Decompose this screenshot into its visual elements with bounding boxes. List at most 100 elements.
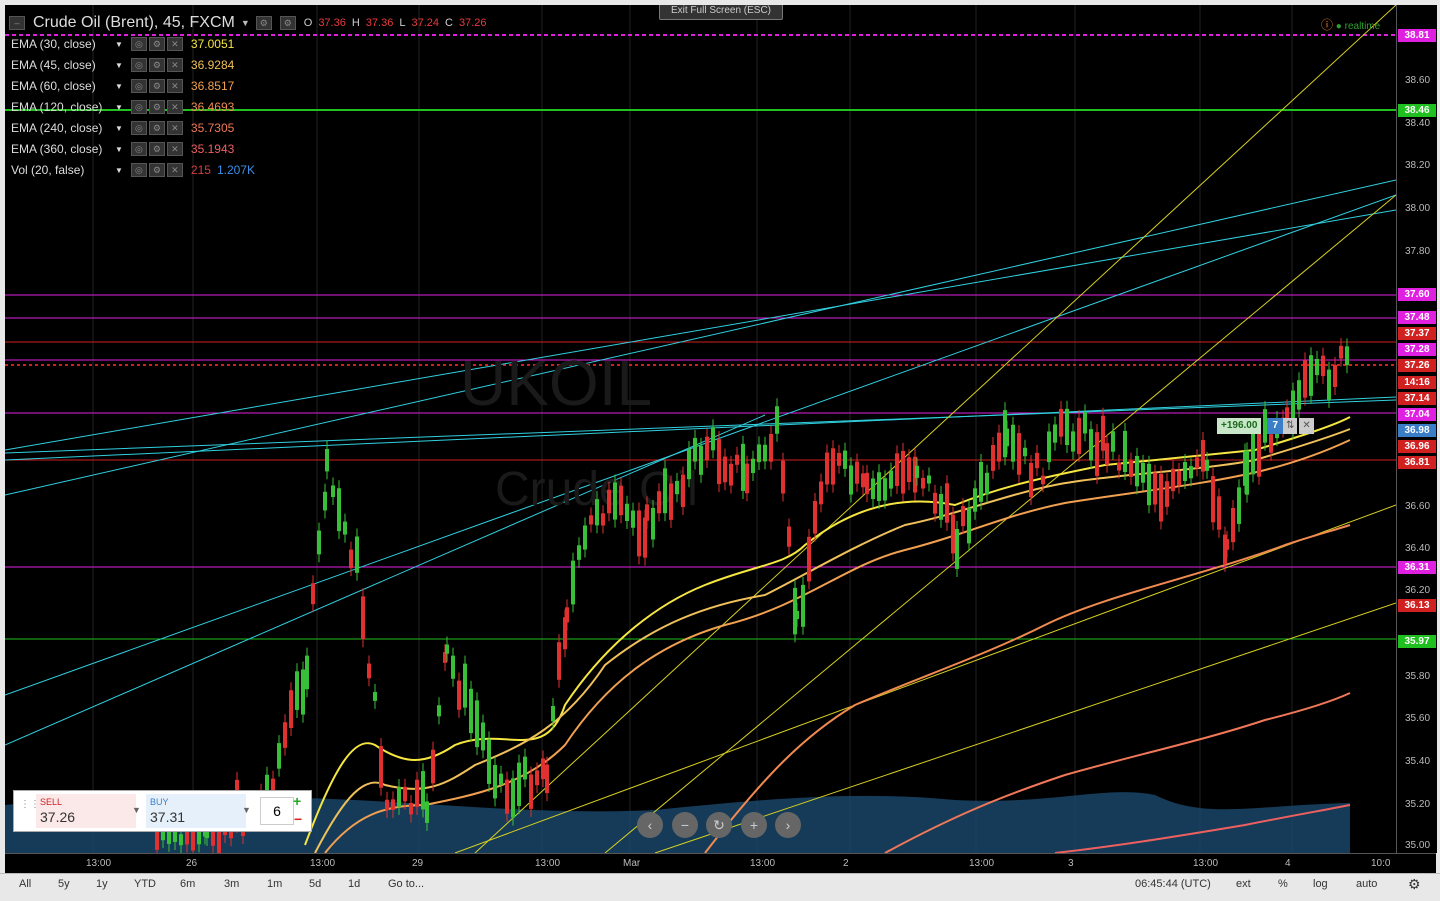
close-icon[interactable]: ✕ (166, 37, 183, 51)
indicator-name[interactable]: EMA (240, close) (11, 121, 115, 135)
sell-dropdown-icon[interactable]: ▼ (132, 805, 141, 815)
range-button[interactable]: 3m (224, 878, 239, 890)
quantity-minus-button[interactable]: − (294, 811, 302, 827)
indicator-name[interactable]: EMA (60, close) (11, 79, 115, 93)
sell-button[interactable]: SELL 37.26 (36, 794, 136, 828)
range-button[interactable]: 5d (309, 878, 321, 890)
symbol-dropdown-icon[interactable]: ▼ (241, 18, 250, 28)
price-label: 37.48 (1398, 311, 1436, 324)
indicator-dropdown-icon[interactable]: ▼ (115, 103, 123, 112)
alert-icon[interactable]: ⓘ (1321, 18, 1333, 32)
goto-button[interactable]: Go to... (388, 878, 424, 890)
eye-icon[interactable]: ◎ (130, 142, 147, 156)
time-tick: 4 (1285, 858, 1291, 869)
collapse-icon[interactable]: – (9, 16, 25, 30)
price-axis[interactable]: 38.60 38.40 38.20 38.00 37.80 36.60 36.40 36.20… (1396, 5, 1437, 853)
candle-body (861, 473, 865, 488)
indicator-dropdown-icon[interactable]: ▼ (115, 124, 123, 133)
indicator-dropdown-icon[interactable]: ▼ (115, 82, 123, 91)
range-button[interactable]: 6m (180, 878, 195, 890)
settings-gear-icon[interactable]: ⚙ (1408, 876, 1421, 893)
eye-icon[interactable]: ◎ (130, 79, 147, 93)
reset-button[interactable]: ↻ (706, 812, 732, 838)
chart-canvas[interactable]: UKOIL Crude Oil – Crude Oil (Brent), 45, … (5, 5, 1396, 853)
indicator-name[interactable]: EMA (360, close) (11, 142, 115, 156)
range-button[interactable]: YTD (134, 878, 156, 890)
scale-option-button[interactable]: auto (1356, 878, 1377, 890)
reverse-icon[interactable]: ⇅ (1283, 418, 1298, 434)
scroll-left-button[interactable]: ‹ (637, 812, 663, 838)
exit-fullscreen-button[interactable]: Exit Full Screen (ESC) (659, 5, 783, 20)
indicator-row[interactable]: EMA (240, close) ▼ ◎ ⚙ ✕ 35.7305 (11, 119, 234, 137)
candle-body (289, 690, 293, 728)
candle-body (985, 472, 989, 495)
zoom-in-button[interactable]: + (741, 812, 767, 838)
indicator-dropdown-icon[interactable]: ▼ (115, 61, 123, 70)
candle-body (831, 448, 835, 485)
indicator-row[interactable]: EMA (45, close) ▼ ◎ ⚙ ✕ 36.9284 (11, 56, 234, 74)
eye-icon[interactable]: ◎ (130, 121, 147, 135)
indicator-dropdown-icon[interactable]: ▼ (115, 145, 123, 154)
range-button[interactable]: 1d (348, 878, 360, 890)
settings-icon[interactable]: ⚙ (148, 37, 165, 51)
symbol-title[interactable]: Crude Oil (Brent), 45, FXCM (33, 14, 235, 32)
buy-dropdown-icon[interactable]: ▼ (242, 805, 251, 815)
time-axis[interactable]: 13:00 26 13:00 29 13:00 Mar 13:00 2 13:00 3 13:00 4… (5, 853, 1436, 874)
candle-body (1095, 432, 1099, 476)
close-icon[interactable]: ✕ (166, 100, 183, 114)
range-button[interactable]: 1m (267, 878, 282, 890)
candle-body (431, 749, 435, 784)
eye-icon[interactable]: ◎ (130, 100, 147, 114)
price-label: 37.28 (1398, 343, 1436, 356)
eye-icon[interactable]: ◎ (130, 163, 147, 177)
eye-icon[interactable]: ◎ (130, 58, 147, 72)
candle-body (1339, 345, 1343, 359)
close-icon[interactable]: ✕ (166, 79, 183, 93)
range-button[interactable]: 1y (96, 878, 108, 890)
zoom-out-button[interactable]: − (672, 812, 698, 838)
settings-icon[interactable]: ⚙ (148, 163, 165, 177)
indicator-row[interactable]: EMA (60, close) ▼ ◎ ⚙ ✕ 36.8517 (11, 77, 234, 95)
candle-body (1171, 468, 1175, 492)
indicator-name[interactable]: EMA (120, close) (11, 100, 115, 114)
candle-body (1047, 431, 1051, 463)
scale-option-button[interactable]: % (1278, 878, 1288, 890)
indicator-row[interactable]: EMA (30, close) ▼ ◎ ⚙ ✕ 37.0051 (11, 35, 234, 53)
close-icon[interactable]: ✕ (166, 58, 183, 72)
candle-body (437, 705, 441, 717)
close-icon[interactable]: ✕ (166, 142, 183, 156)
indicator-row[interactable]: EMA (120, close) ▼ ◎ ⚙ ✕ 36.4693 (11, 98, 234, 116)
indicator-name[interactable]: Vol (20, false) (11, 163, 115, 177)
indicator-row[interactable]: Vol (20, false) ▼ ◎ ⚙ ✕ 215 1.207K (11, 161, 255, 179)
quantity-plus-button[interactable]: + (293, 793, 301, 809)
indicator-dropdown-icon[interactable]: ▼ (115, 166, 123, 175)
candle-body (687, 448, 691, 480)
scale-option-button[interactable]: ext (1236, 878, 1251, 890)
indicator-name[interactable]: EMA (45, close) (11, 58, 115, 72)
price-label: 14:16 (1398, 376, 1436, 389)
close-icon[interactable]: ✕ (166, 163, 183, 177)
range-button[interactable]: 5y (58, 878, 70, 890)
settings-icon[interactable]: ⚙ (148, 121, 165, 135)
indicator-row[interactable]: EMA (360, close) ▼ ◎ ⚙ ✕ 35.1943 (11, 140, 234, 158)
indicator-dropdown-icon[interactable]: ▼ (115, 40, 123, 49)
quantity-input[interactable] (260, 797, 294, 825)
buy-button[interactable]: BUY 37.31 (146, 794, 246, 828)
utc-clock[interactable]: 06:45:44 (UTC) (1135, 878, 1211, 890)
position-tag[interactable]: +196.00 7 ⇅ ✕ (1217, 418, 1314, 434)
settings-icon[interactable]: ⚙ (148, 58, 165, 72)
gear-icon[interactable]: ⚙ (279, 16, 296, 30)
scale-option-button[interactable]: log (1313, 878, 1328, 890)
close-icon[interactable]: ✕ (166, 121, 183, 135)
settings-icon[interactable]: ⚙ (255, 16, 272, 30)
settings-icon[interactable]: ⚙ (148, 100, 165, 114)
scroll-right-button[interactable]: › (775, 812, 801, 838)
settings-icon[interactable]: ⚙ (148, 142, 165, 156)
candle-body (283, 722, 287, 748)
candle-body (1231, 508, 1235, 543)
indicator-name[interactable]: EMA (30, close) (11, 37, 115, 51)
close-position-icon[interactable]: ✕ (1299, 418, 1314, 434)
range-button[interactable]: All (19, 878, 31, 890)
settings-icon[interactable]: ⚙ (148, 79, 165, 93)
eye-icon[interactable]: ◎ (130, 37, 147, 51)
